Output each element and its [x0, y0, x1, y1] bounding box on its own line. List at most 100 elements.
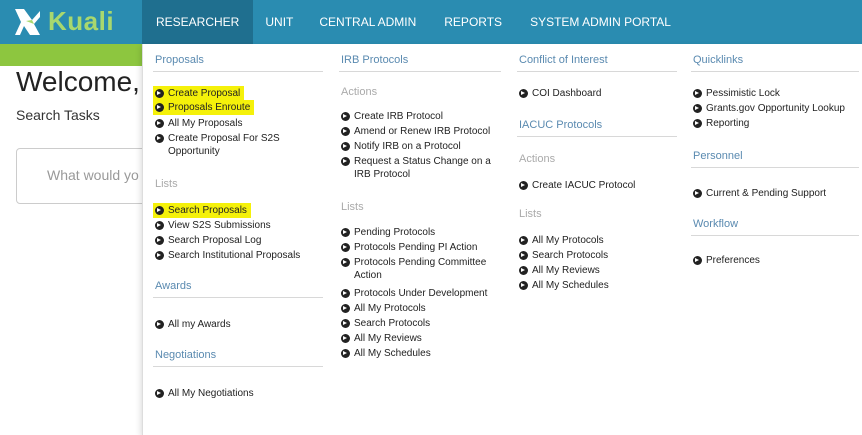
menu-link-search-proposals[interactable]: Search Proposals: [153, 203, 251, 218]
menu-link-reporting[interactable]: Reporting: [693, 117, 749, 130]
menu-link-create-proposal-s2s[interactable]: Create Proposal For S2S Opportunity: [155, 132, 297, 158]
divider: [691, 71, 859, 72]
divider: [153, 297, 323, 298]
arrow-circle-icon: [155, 206, 164, 215]
menu-link-protocols-under-development[interactable]: Protocols Under Development: [341, 287, 487, 300]
divider: [153, 71, 323, 72]
menu-link-coi-dashboard[interactable]: COI Dashboard: [519, 87, 601, 100]
arrow-circle-icon: [341, 319, 350, 328]
search-tasks-label: Search Tasks: [16, 107, 100, 123]
page: Kuali RESEARCHER UNIT CENTRAL ADMIN REPO…: [0, 0, 862, 435]
researcher-dropdown-menu: Proposals Create Proposal Proposals Enro…: [142, 44, 862, 435]
arrow-circle-icon: [155, 134, 164, 143]
menu-link-pending-protocols[interactable]: Pending Protocols: [341, 226, 435, 239]
section-title-personnel: Personnel: [693, 150, 743, 162]
menu-link-iacuc-all-my-reviews[interactable]: All My Reviews: [519, 264, 600, 277]
menu-link-irb-all-my-reviews[interactable]: All My Reviews: [341, 332, 422, 345]
subsection-actions: Actions: [519, 153, 556, 165]
kuali-logo[interactable]: Kuali: [0, 0, 142, 44]
menu-link-notify-irb[interactable]: Notify IRB on a Protocol: [341, 140, 461, 153]
arrow-circle-icon: [341, 334, 350, 343]
arrow-circle-icon: [155, 389, 164, 398]
section-title-awards: Awards: [155, 280, 192, 292]
arrow-circle-icon: [519, 89, 528, 98]
divider: [517, 136, 677, 137]
arrow-circle-icon: [155, 320, 164, 329]
arrow-circle-icon: [519, 236, 528, 245]
arrow-circle-icon: [341, 142, 350, 151]
menu-link-search-proposal-log[interactable]: Search Proposal Log: [155, 234, 261, 247]
arrow-circle-icon: [693, 256, 702, 265]
menu-link-create-iacuc-protocol[interactable]: Create IACUC Protocol: [519, 179, 635, 192]
arrow-circle-icon: [155, 103, 164, 112]
subsection-actions: Actions: [341, 86, 378, 98]
menu-link-preferences[interactable]: Preferences: [693, 254, 760, 267]
section-title-iacuc-protocols: IACUC Protocols: [519, 119, 603, 131]
arrow-circle-icon: [155, 89, 164, 98]
logo-text: Kuali: [48, 6, 115, 36]
nav-unit[interactable]: UNIT: [253, 0, 305, 44]
arrow-circle-icon: [155, 221, 164, 230]
arrow-circle-icon: [519, 281, 528, 290]
arrow-circle-icon: [341, 157, 350, 166]
arrow-circle-icon: [693, 119, 702, 128]
divider: [153, 366, 323, 367]
arrow-circle-icon: [519, 251, 528, 260]
nav-reports[interactable]: REPORTS: [430, 0, 516, 44]
subsection-lists: Lists: [155, 178, 178, 190]
menu-link-protocols-pending-committee[interactable]: Protocols Pending Committee Action: [341, 256, 507, 282]
divider: [339, 71, 501, 72]
menu-link-iacuc-search-protocols[interactable]: Search Protocols: [519, 249, 608, 262]
menu-link-irb-all-my-schedules[interactable]: All My Schedules: [341, 347, 431, 360]
arrow-circle-icon: [341, 243, 350, 252]
arrow-circle-icon: [693, 189, 702, 198]
arrow-circle-icon: [341, 112, 350, 121]
nav-system-admin-portal[interactable]: SYSTEM ADMIN PORTAL: [516, 0, 685, 44]
menu-link-protocols-pending-pi[interactable]: Protocols Pending PI Action: [341, 241, 477, 254]
subsection-lists: Lists: [341, 201, 364, 213]
menu-link-view-s2s-submissions[interactable]: View S2S Submissions: [155, 219, 271, 232]
section-title-conflict-of-interest: Conflict of Interest: [519, 54, 608, 66]
menu-link-create-irb-protocol[interactable]: Create IRB Protocol: [341, 110, 443, 123]
menu-link-pessimistic-lock[interactable]: Pessimistic Lock: [693, 87, 780, 100]
menu-link-iacuc-all-my-schedules[interactable]: All My Schedules: [519, 279, 609, 292]
arrow-circle-icon: [155, 251, 164, 260]
nav-central-admin[interactable]: CENTRAL ADMIN: [305, 0, 430, 44]
arrow-circle-icon: [341, 228, 350, 237]
arrow-circle-icon: [155, 119, 164, 128]
menu-link-current-pending-support[interactable]: Current & Pending Support: [693, 187, 826, 200]
arrow-circle-icon: [693, 104, 702, 113]
menu-link-all-my-negotiations[interactable]: All My Negotiations: [155, 387, 254, 400]
arrow-circle-icon: [341, 289, 350, 298]
menu-link-irb-all-my-protocols[interactable]: All My Protocols: [341, 302, 426, 315]
arrow-circle-icon: [341, 127, 350, 136]
section-title-workflow: Workflow: [693, 218, 739, 230]
divider: [691, 235, 859, 236]
menu-link-irb-search-protocols[interactable]: Search Protocols: [341, 317, 430, 330]
divider: [517, 71, 677, 72]
arrow-circle-icon: [341, 258, 350, 267]
section-title-negotiations: Negotiations: [155, 349, 217, 361]
menu-link-request-status-change[interactable]: Request a Status Change on a IRB Protoco…: [341, 155, 509, 181]
menu-link-all-my-awards[interactable]: All my Awards: [155, 318, 231, 331]
main-nav: RESEARCHER UNIT CENTRAL ADMIN REPORTS SY…: [142, 0, 685, 44]
section-title-proposals: Proposals: [155, 54, 204, 66]
menu-link-grants-gov-lookup[interactable]: Grants.gov Opportunity Lookup: [693, 102, 845, 115]
arrow-circle-icon: [519, 181, 528, 190]
divider: [691, 167, 859, 168]
menu-link-iacuc-all-my-protocols[interactable]: All My Protocols: [519, 234, 604, 247]
arrow-circle-icon: [341, 349, 350, 358]
menu-link-search-institutional-proposals[interactable]: Search Institutional Proposals: [155, 249, 300, 262]
arrow-circle-icon: [693, 89, 702, 98]
subsection-lists: Lists: [519, 208, 542, 220]
section-title-quicklinks: Quicklinks: [693, 54, 744, 66]
arrow-circle-icon: [341, 304, 350, 313]
section-title-irb-protocols: IRB Protocols: [341, 54, 409, 66]
arrow-circle-icon: [155, 236, 164, 245]
menu-link-proposals-enroute[interactable]: Proposals Enroute: [153, 100, 255, 115]
menu-link-amend-renew-irb[interactable]: Amend or Renew IRB Protocol: [341, 125, 490, 138]
kuali-logo-icon: [15, 9, 40, 35]
menu-link-create-proposal[interactable]: Create Proposal: [153, 86, 245, 101]
nav-researcher[interactable]: RESEARCHER: [142, 0, 254, 44]
menu-link-all-my-proposals[interactable]: All My Proposals: [155, 117, 242, 130]
